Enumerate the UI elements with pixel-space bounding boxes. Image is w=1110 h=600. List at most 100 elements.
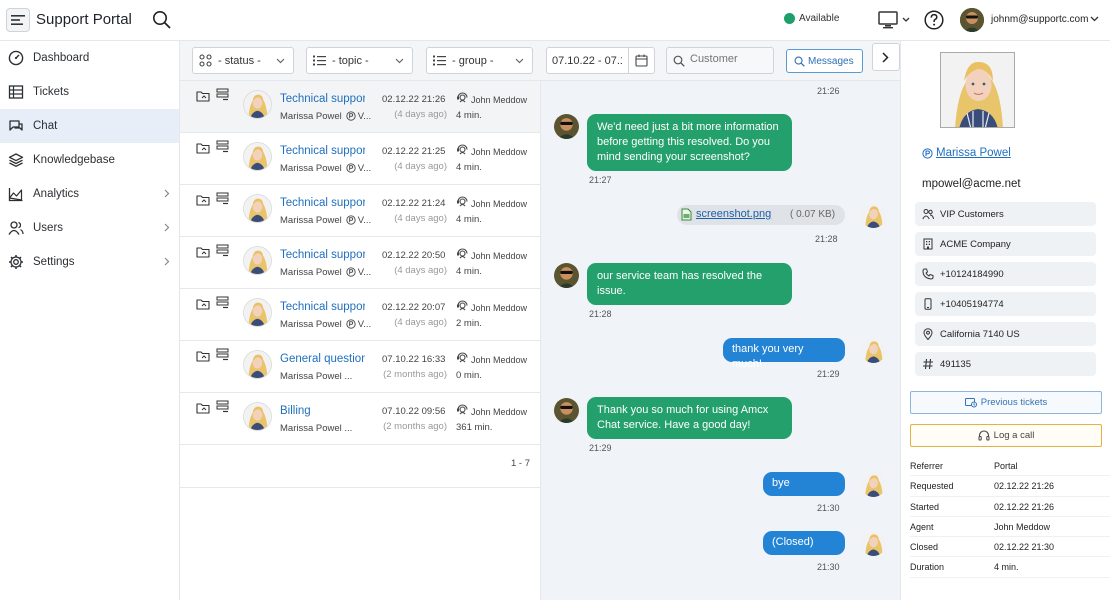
history-icon [964, 398, 977, 408]
chevron-down-icon [515, 58, 524, 64]
status-filter-icon [199, 54, 212, 67]
status-filter[interactable]: - status - [192, 47, 294, 74]
detail-key: Closed [910, 542, 939, 553]
customer-id: 491135 [915, 352, 1096, 376]
customer-phone-label: +10124184990 [940, 268, 1004, 280]
sidebar-item-settings[interactable]: Settings [0, 245, 179, 279]
chevron-right-icon[interactable] [872, 43, 900, 71]
attachment-name[interactable]: screenshot.png [696, 208, 771, 220]
help-icon[interactable] [924, 10, 944, 30]
ticket-row[interactable]: Billing Marissa Powel ... 07.10.22 09:56… [180, 393, 540, 445]
ticket-row[interactable]: Technical support Marissa Powel V... 02.1… [180, 81, 540, 133]
customer-input[interactable] [690, 53, 770, 65]
customer-address: California 7140 US [915, 322, 1096, 346]
ticket-row[interactable]: General question Marissa Powel ... 07.10… [180, 341, 540, 393]
customer-search-field[interactable] [666, 47, 774, 74]
ticket-topic[interactable]: Technical support [280, 301, 365, 313]
ticket-date: 07.10.22 16:33 [382, 354, 446, 365]
user-avatar[interactable] [960, 8, 984, 32]
customer-mobile[interactable]: +10405194774 [915, 292, 1096, 316]
ticket-topic[interactable]: Technical support [280, 197, 365, 209]
ticket-date: 02.12.22 21:26 [382, 94, 446, 105]
availability-status[interactable]: Available [784, 13, 839, 24]
search-icon [673, 55, 685, 67]
ticket-date: 02.12.22 20:50 [382, 250, 446, 261]
user-email[interactable]: johnm@supportc.com [991, 14, 1088, 25]
ticket-topic[interactable]: Technical support [280, 249, 365, 261]
ticket-customer: Marissa Powel V... [280, 215, 371, 226]
customer-name-link[interactable]: Marissa Powel [922, 147, 1011, 159]
chevron-down-icon[interactable] [1090, 16, 1099, 22]
folder-icon[interactable] [196, 246, 210, 258]
transcript-icon[interactable] [216, 348, 229, 361]
menu-icon[interactable] [6, 8, 30, 32]
ticket-topic[interactable]: Technical support [280, 145, 365, 157]
customer-avatar [243, 142, 272, 171]
date-range-field[interactable]: 07.10.22 - 07.1 [546, 47, 655, 74]
transcript-icon[interactable] [216, 400, 229, 413]
transcript-icon[interactable] [216, 140, 229, 153]
ticket-row[interactable]: Technical support Marissa Powel V... 02.1… [180, 237, 540, 289]
chevron-right-icon [164, 189, 170, 198]
messages-button[interactable]: Messages [786, 49, 863, 73]
detail-value: John Meddow [994, 521, 1051, 532]
app-title: Support Portal [36, 11, 132, 28]
status-dot-icon [784, 13, 795, 24]
headset-icon [978, 429, 990, 440]
folder-icon[interactable] [196, 298, 210, 310]
customer-mobile-label: +10405194774 [940, 298, 1004, 310]
folder-icon[interactable] [196, 194, 210, 206]
sidebar-item-tickets[interactable]: Tickets [0, 75, 179, 109]
ticket-agent: John Meddow [471, 251, 528, 261]
transcript-icon[interactable] [216, 244, 229, 257]
list-icon [313, 55, 326, 66]
customer-message: (Closed) [763, 531, 845, 555]
ticket-agent: John Meddow [471, 355, 528, 365]
ticket-customer-group: V... [357, 215, 372, 226]
transcript-icon[interactable] [216, 88, 229, 101]
sidebar-item-knowledgebase[interactable]: Knowledgebase [0, 143, 179, 177]
sidebar-item-label: Users [33, 222, 64, 234]
folder-icon[interactable] [196, 90, 210, 102]
attachment[interactable]: screenshot.png ( 0.07 KB) [677, 205, 845, 225]
folder-icon[interactable] [196, 142, 210, 154]
group-filter[interactable]: - group - [426, 47, 533, 74]
customer-phone[interactable]: +10124184990 [915, 262, 1096, 286]
ticket-row[interactable]: Technical support Marissa Powel V... 02.1… [180, 289, 540, 341]
ticket-row[interactable]: Technical support Marissa Powel V... 02.1… [180, 133, 540, 185]
ticket-topic[interactable]: Technical support [280, 93, 365, 105]
transcript-icon[interactable] [216, 192, 229, 205]
detail-value: 02.12.22 21:26 [994, 501, 1055, 512]
agent-icon [457, 352, 468, 363]
chat-panel: 21:26 We'd need just a bit more informat… [541, 81, 900, 600]
ticket-topic[interactable]: Billing [280, 405, 311, 417]
log-call-button[interactable]: Log a call [910, 424, 1102, 447]
message-time: 21:30 [817, 503, 840, 513]
ticket-customer-group: V... [357, 267, 372, 278]
building-icon [923, 238, 933, 250]
customer-message: bye [763, 472, 845, 496]
sidebar-item-analytics[interactable]: Analytics [0, 177, 179, 211]
search-icon[interactable] [152, 10, 172, 30]
transcript-icon[interactable] [216, 296, 229, 309]
list-icon [433, 55, 446, 66]
monitor-icon[interactable] [878, 11, 910, 29]
folder-icon[interactable] [196, 402, 210, 414]
folder-icon[interactable] [196, 350, 210, 362]
sidebar-item-chat[interactable]: Chat [0, 109, 179, 143]
ticket-duration: 4 min. [456, 162, 482, 173]
sidebar-item-label: Settings [33, 256, 75, 268]
customer-name[interactable]: Marissa Powel [936, 147, 1011, 159]
ticket-topic[interactable]: General question [280, 353, 365, 365]
ticket-customer-name: Marissa Powel [280, 163, 342, 174]
previous-tickets-button[interactable]: Previous tickets [910, 391, 1102, 414]
topic-filter[interactable]: - topic - [306, 47, 413, 74]
customer-avatar [243, 298, 272, 327]
ticket-row[interactable]: Technical support Marissa Powel V... 02.1… [180, 185, 540, 237]
vip-badge-icon [346, 267, 356, 277]
calendar-icon[interactable] [628, 48, 654, 73]
sidebar-item-dashboard[interactable]: Dashboard [0, 41, 179, 75]
detail-key: Started [910, 501, 940, 512]
previous-tickets-label: Previous tickets [980, 397, 1048, 408]
sidebar-item-users[interactable]: Users [0, 211, 179, 245]
